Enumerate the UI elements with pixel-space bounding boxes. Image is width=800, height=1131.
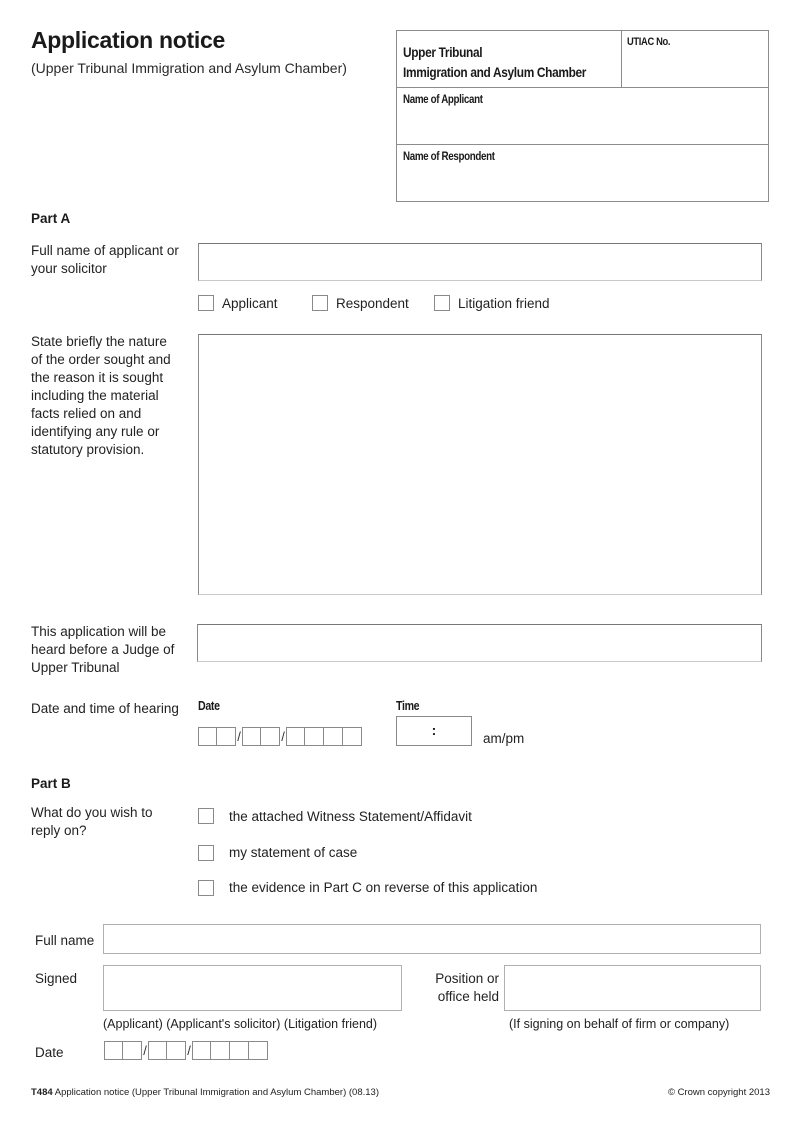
court-name-line2: Immigration and Asylum Chamber <box>403 64 587 80</box>
name-of-respondent-field[interactable]: Name of Respondent <box>397 145 768 201</box>
applicant-checkbox-label: Applicant <box>222 296 278 311</box>
footer-form-reference: T484 Application notice (Upper Tribunal … <box>31 1087 379 1098</box>
witness-statement-checkbox[interactable] <box>198 808 214 824</box>
hearing-day-group[interactable] <box>198 727 236 746</box>
respondent-checkbox[interactable] <box>312 295 328 311</box>
statement-of-case-checkbox[interactable] <box>198 845 214 861</box>
position-caption: (If signing on behalf of firm or company… <box>509 1017 730 1031</box>
signature-date-input[interactable]: / / <box>104 1041 268 1060</box>
hearing-date-label: Date <box>198 699 220 713</box>
judge-input[interactable] <box>197 624 762 662</box>
date-digit-box[interactable] <box>249 1041 268 1060</box>
evidence-part-c-checkbox[interactable] <box>198 880 214 896</box>
witness-statement-label: the attached Witness Statement/Affidavit <box>229 809 472 824</box>
name-of-applicant-field[interactable]: Name of Applicant <box>397 88 768 145</box>
date-digit-box[interactable] <box>305 727 324 746</box>
name-of-applicant-label: Name of Applicant <box>403 94 483 106</box>
evidence-part-c-label: the evidence in Part C on reverse of thi… <box>229 880 538 895</box>
signature-day-group[interactable] <box>104 1041 142 1060</box>
date-digit-box[interactable] <box>104 1041 123 1060</box>
signed-caption: (Applicant) (Applicant's solicitor) (Lit… <box>103 1017 378 1031</box>
position-input[interactable] <box>504 965 761 1011</box>
court-name-line1: Upper Tribunal <box>403 44 483 60</box>
court-details-box: Upper Tribunal Immigration and Asylum Ch… <box>396 30 769 202</box>
date-digit-box[interactable] <box>343 727 362 746</box>
respondent-checkbox-label: Respondent <box>336 296 409 311</box>
date-digit-box[interactable] <box>192 1041 211 1060</box>
date-digit-box[interactable] <box>286 727 305 746</box>
utiac-number-label: UTIAC No. <box>627 36 671 48</box>
hearing-month-group[interactable] <box>242 727 280 746</box>
order-sought-label: State briefly the nature of the order so… <box>31 334 171 457</box>
page-title: Application notice <box>31 27 225 53</box>
signature-input[interactable] <box>103 965 402 1011</box>
statement-of-case-label: my statement of case <box>229 845 358 860</box>
signature-full-name-input[interactable] <box>103 924 761 954</box>
date-digit-box[interactable] <box>230 1041 249 1060</box>
full-name-label: Full name of applicant or your solicitor <box>31 243 179 276</box>
date-digit-box[interactable] <box>167 1041 186 1060</box>
court-name-cell: Upper Tribunal Immigration and Asylum Ch… <box>397 31 622 88</box>
date-digit-box[interactable] <box>242 727 261 746</box>
reply-question-label: What do you wish to reply on? <box>31 805 153 838</box>
signature-date-label: Date <box>35 1045 64 1060</box>
date-digit-box[interactable] <box>148 1041 167 1060</box>
date-digit-box[interactable] <box>123 1041 142 1060</box>
time-separator: : <box>431 722 437 738</box>
part-b-heading: Part B <box>31 776 71 791</box>
date-digit-box[interactable] <box>211 1041 230 1060</box>
litigation-friend-checkbox[interactable] <box>434 295 450 311</box>
hearing-time-input[interactable]: : <box>396 716 472 746</box>
name-of-respondent-label: Name of Respondent <box>403 151 495 163</box>
hearing-time-label: Time <box>396 699 420 713</box>
hearing-date-time-label: Date and time of hearing <box>31 701 179 716</box>
footer-copyright: © Crown copyright 2013 <box>667 1087 770 1098</box>
order-sought-textarea[interactable] <box>198 334 762 595</box>
signature-full-name-label: Full name <box>35 933 95 948</box>
part-a-heading: Part A <box>31 211 71 226</box>
date-digit-box[interactable] <box>217 727 236 746</box>
hearing-year-group[interactable] <box>286 727 362 746</box>
date-digit-box[interactable] <box>198 727 217 746</box>
utiac-number-field[interactable]: UTIAC No. <box>622 31 768 88</box>
full-name-applicant-input[interactable] <box>198 243 762 281</box>
page-subtitle: (Upper Tribunal Immigration and Asylum C… <box>31 60 347 76</box>
date-digit-box[interactable] <box>324 727 343 746</box>
judge-label: This application will be heard before a … <box>31 624 175 675</box>
signature-year-group[interactable] <box>192 1041 268 1060</box>
signature-month-group[interactable] <box>148 1041 186 1060</box>
signed-label: Signed <box>35 971 78 986</box>
form-code: T484 <box>31 1087 53 1098</box>
position-label: Position or office held <box>435 971 499 1004</box>
litigation-friend-checkbox-label: Litigation friend <box>458 296 550 311</box>
ampm-label: am/pm <box>483 731 525 746</box>
hearing-date-input[interactable]: / / <box>198 727 362 746</box>
form-title: Application notice (Upper Tribunal Immig… <box>52 1087 379 1098</box>
applicant-checkbox[interactable] <box>198 295 214 311</box>
date-digit-box[interactable] <box>261 727 280 746</box>
